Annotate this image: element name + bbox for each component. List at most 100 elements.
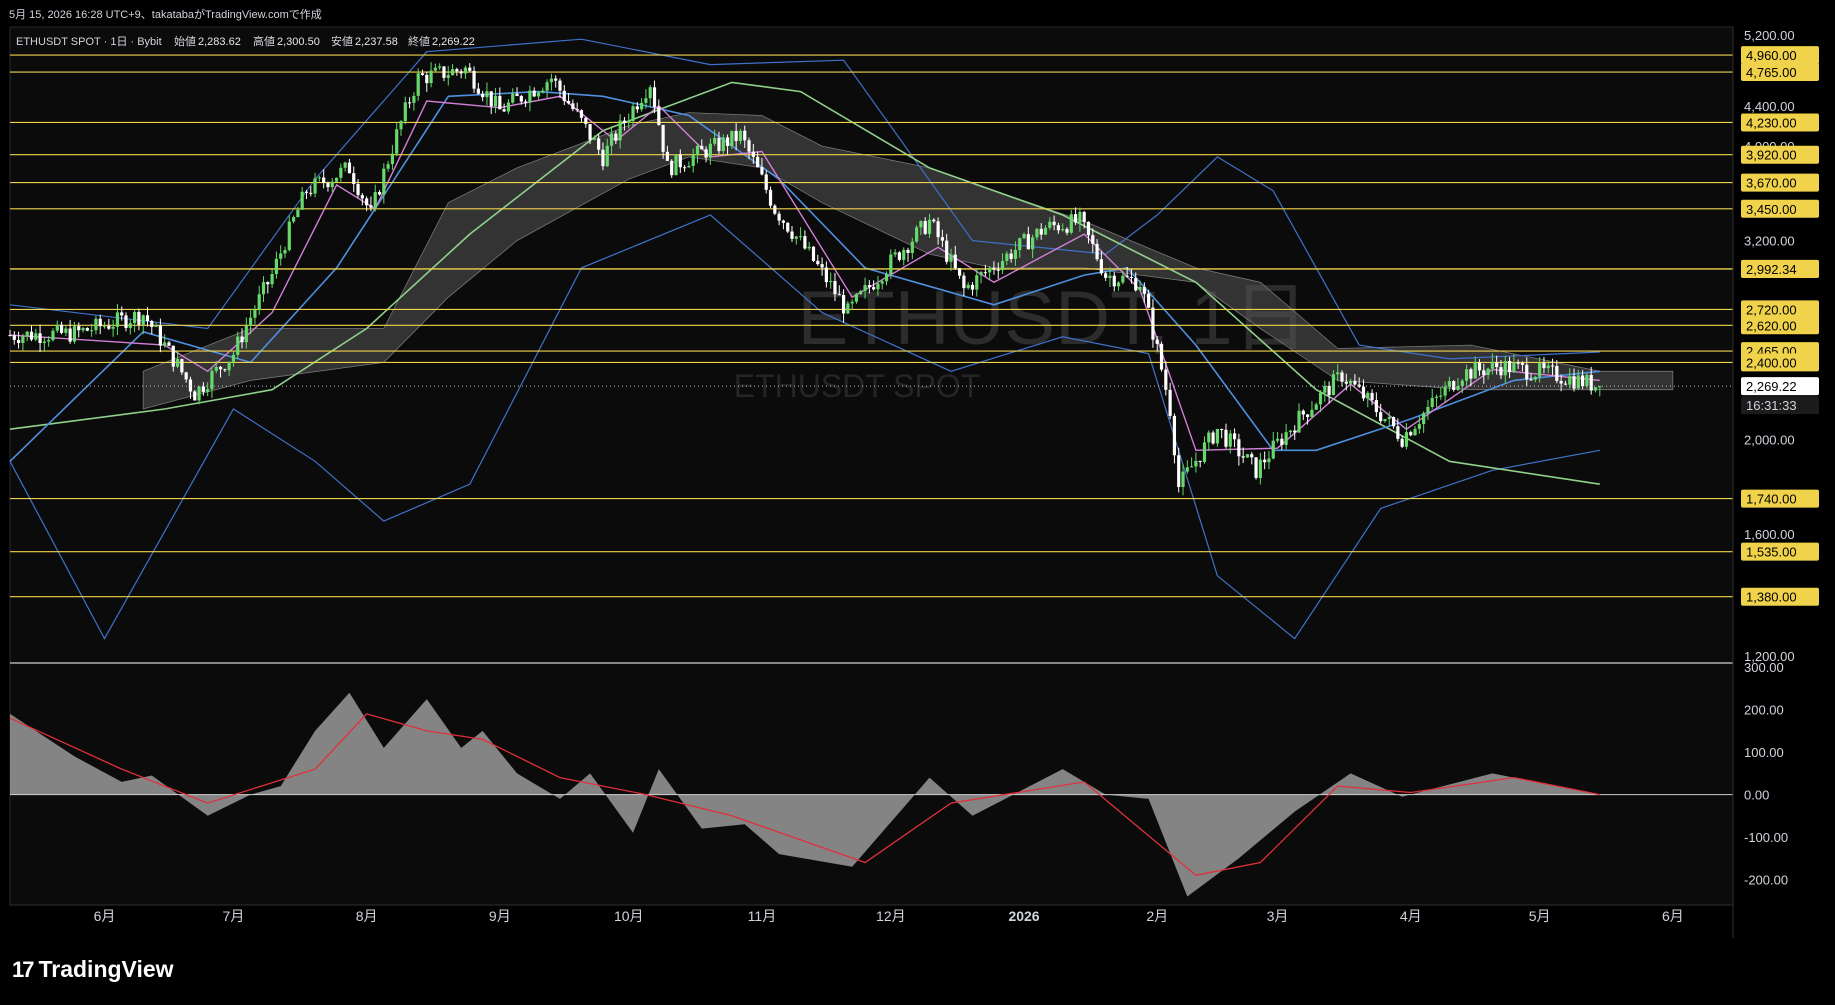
candle-body [180,359,184,373]
candle-body [1374,400,1378,413]
candle-body [47,340,51,342]
candle-body [640,102,644,110]
candle-body [163,342,167,346]
candle-body [863,285,867,292]
candle-body [979,272,983,276]
level-price-label: 2,720.00 [1746,302,1797,317]
candle-body [1280,438,1284,445]
candle-body [867,285,871,288]
candle-body [962,275,966,289]
candle-body [902,249,906,260]
candle-body [137,311,141,325]
level-price-label: 4,230.00 [1746,115,1797,130]
candle-body [897,252,902,260]
candle-body [201,386,205,392]
candle-body [291,217,296,222]
candle-body [1073,214,1078,223]
candle-body [1116,282,1121,287]
candle-body [816,260,820,265]
candle-body [68,328,72,342]
candle-body [154,325,158,327]
candle-body [51,330,55,341]
candle-body [1546,365,1550,369]
candle-body [1413,428,1417,436]
candle-body [876,283,880,290]
candle-body [429,70,433,84]
candle-body [734,130,738,142]
candle-body [850,301,854,304]
candle-body [1129,276,1134,279]
candle-body [249,317,253,326]
candle-body [605,145,609,167]
candle-body [777,213,781,221]
candle-body [760,167,764,175]
candle-body [322,177,326,184]
candle-body [133,311,137,324]
chart-canvas[interactable]: ETHUSDT, 1日 ETHUSDT SPOT 1,200.001,600.0… [0,0,1835,1000]
candle-body [1331,374,1336,396]
candle-body [1370,392,1374,401]
candle-body [1168,389,1172,416]
candle-body [811,246,816,261]
candle-body [279,253,283,259]
candle-body [661,124,665,152]
candle-body [1052,221,1056,226]
candle-body [102,325,107,327]
candle-body [111,326,115,329]
tradingview-wordmark: TradingView [38,956,174,982]
candle-body [1091,235,1095,244]
candle-body [1348,380,1353,384]
candle-body [635,106,639,110]
candle-body [627,120,631,124]
candle-body [1529,379,1533,381]
candle-body [618,120,622,141]
tradingview-chart[interactable]: ETHUSDT, 1日 ETHUSDT SPOT 1,200.00 1,600.0… [0,0,1835,1000]
candle-body [541,90,545,93]
candle-body [326,183,330,188]
candle-body [915,227,919,242]
candle-body [975,275,979,290]
candle-body [1503,360,1507,376]
candle-body [468,67,472,71]
candle-body [1000,260,1005,271]
candle-body [1434,396,1439,398]
candle-body [141,315,145,325]
candle-body [145,315,150,322]
countdown-label: 16:31:33 [1746,398,1797,413]
candle-body [687,165,691,168]
time-tick-label: 5月 [1529,908,1551,924]
candle-body [940,237,944,241]
candle-body [1404,432,1409,447]
candle-body [1245,454,1250,458]
candle-body [730,130,734,146]
candle-body [1258,459,1262,478]
candle-body [803,236,807,249]
candle-body [1134,278,1138,291]
candle-body [768,189,773,206]
candle-body [558,80,562,91]
candle-body [171,345,175,367]
candle-body [120,312,124,316]
candle-body [1589,374,1593,391]
candle-body [652,87,657,108]
ohlc-open-value: 2,283.62 [198,36,241,48]
tradingview-brand[interactable]: 17 TradingView [12,956,174,983]
time-tick-label: 11月 [748,908,777,924]
candle-body [442,66,446,78]
candle-body [970,284,975,290]
candle-body [1353,380,1357,385]
candle-body [1507,360,1512,373]
level-price-label: 1,380.00 [1746,590,1797,605]
time-tick-label: 6月 [94,908,116,924]
candle-body [407,102,412,104]
candle-body [829,280,833,283]
candle-body [1147,293,1151,308]
candle-body [175,359,180,367]
candle-body [1525,364,1529,380]
level-price-label: 3,920.00 [1746,148,1797,163]
candle-body [1593,387,1598,391]
candle-body [420,73,425,75]
candle-body [953,254,957,269]
candle-body [923,221,927,234]
candle-body [1323,385,1327,393]
